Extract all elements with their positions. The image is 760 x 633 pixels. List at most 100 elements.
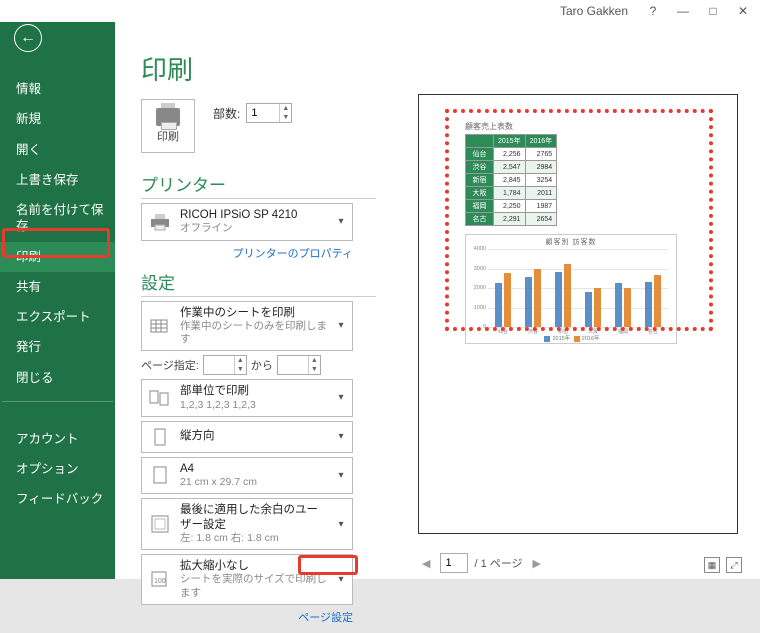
titlebar: Taro Gakken ? — □ ✕ <box>0 0 760 22</box>
margins-dropdown[interactable]: 最後に適用した余白のユーザー設定 左: 1.8 cm 右: 1.8 cm ▾ <box>141 498 353 550</box>
sidebar-item-print[interactable]: 印刷 <box>0 242 115 272</box>
copies-spinner[interactable]: ▲ ▼ <box>246 103 292 123</box>
page-setup-link[interactable]: ページ設定 <box>298 612 353 624</box>
chevron-down-icon: ▾ <box>334 470 348 481</box>
next-page-button[interactable]: ▶ <box>529 557 545 570</box>
sidebar-item-new[interactable]: 新規 <box>0 104 115 134</box>
sidebar-item-label: 開く <box>16 143 41 157</box>
copies-input[interactable] <box>247 104 279 122</box>
collate-icon <box>146 387 174 409</box>
sidebar-item-export[interactable]: エクスポート <box>0 302 115 332</box>
margins-main: 最後に適用した余白のユーザー設定 <box>180 503 328 532</box>
paper-dropdown[interactable]: A4 21 cm x 29.7 cm ▾ <box>141 457 353 495</box>
collate-main: 部単位で印刷 <box>180 384 328 398</box>
chevron-down-icon: ▾ <box>334 216 348 227</box>
zoom-to-page-button[interactable]: ⤢ <box>726 557 742 573</box>
table-row: 渋谷2,5472984 <box>466 161 557 174</box>
spinner-down-icon[interactable]: ▼ <box>235 365 246 374</box>
printer-device-icon <box>146 211 174 233</box>
help-button[interactable]: ? <box>646 4 660 18</box>
collate-text: 部単位で印刷 1,2,3 1,2,3 1,2,3 <box>180 384 328 412</box>
page-from-spinner[interactable]: ▲▼ <box>203 355 247 375</box>
legend-swatch-b <box>574 336 580 342</box>
paper-main: A4 <box>180 462 328 476</box>
spinner-arrows: ▲ ▼ <box>279 104 291 122</box>
table-row: 名古2,2912654 <box>466 213 557 226</box>
spinner-up-icon[interactable]: ▲ <box>280 104 291 113</box>
print-button-label: 印刷 <box>157 128 179 144</box>
page-from-input[interactable] <box>204 356 234 374</box>
page-to-input[interactable] <box>278 356 308 374</box>
table-row: 福岡2,2501987 <box>466 200 557 213</box>
sidebar-item-label: エクスポート <box>16 310 91 324</box>
chart-plot-area: 01000200030004000 <box>488 249 668 327</box>
sidebar-item-label: フィードバック <box>16 492 103 506</box>
table-row: 仙台2,2562765 <box>466 148 557 161</box>
scaling-main: 拡大縮小なし <box>180 559 328 573</box>
svg-text:100: 100 <box>154 578 166 585</box>
table-row: 大阪1,7842011 <box>466 187 557 200</box>
page-to-spinner[interactable]: ▲▼ <box>277 355 321 375</box>
sidebar-item-label: 情報 <box>16 82 41 96</box>
preview-nav: ◀ / 1 ページ ▶ <box>418 553 545 573</box>
page-number-input[interactable] <box>441 554 467 572</box>
backstage-sidebar: ← 情報 新規 開く 上書き保存 名前を付けて保存 印刷 共有 エクスポート 発… <box>0 0 115 579</box>
sidebar-item-label: 印刷 <box>16 250 41 264</box>
print-what-dropdown[interactable]: 作業中のシートを印刷 作業中のシートのみを印刷します ▾ <box>141 301 353 352</box>
paper-icon <box>146 464 174 486</box>
sheets-icon <box>146 315 174 337</box>
sidebar-item-info[interactable]: 情報 <box>0 74 115 104</box>
legend-label-b: 2016年 <box>582 336 600 342</box>
sidebar-item-open[interactable]: 開く <box>0 135 115 165</box>
sidebar-separator <box>2 401 113 402</box>
sidebar-item-label: アカウント <box>16 432 79 446</box>
paper-text: A4 21 cm x 29.7 cm <box>180 462 328 490</box>
main-area: 印刷 印刷 部数: ▲ ▼ プリンター <box>115 22 760 579</box>
sidebar-item-feedback[interactable]: フィードバック <box>0 484 115 514</box>
sidebar-item-publish[interactable]: 発行 <box>0 332 115 362</box>
chart-title: 顧客別 訪客数 <box>466 235 676 247</box>
portrait-icon <box>146 426 174 448</box>
orientation-dropdown[interactable]: 縦方向 ▾ <box>141 421 353 453</box>
minimize-button[interactable]: — <box>676 4 690 18</box>
paper-sub: 21 cm x 29.7 cm <box>180 476 328 489</box>
table-row: 新宿2,8453254 <box>466 174 557 187</box>
chevron-down-icon: ▾ <box>334 392 348 403</box>
collate-dropdown[interactable]: 部単位で印刷 1,2,3 1,2,3 1,2,3 ▾ <box>141 379 353 417</box>
sidebar-item-share[interactable]: 共有 <box>0 272 115 302</box>
preview-table-title: 顧客売上表数 <box>465 121 709 132</box>
sidebar-item-options[interactable]: オプション <box>0 454 115 484</box>
page-total-label: / 1 ページ <box>474 555 522 571</box>
page-number-spinner[interactable] <box>440 553 468 573</box>
spinner-down-icon[interactable]: ▼ <box>309 365 320 374</box>
prev-page-button[interactable]: ◀ <box>418 557 434 570</box>
table-header: 2016年 <box>525 135 557 148</box>
copies-row: 部数: ▲ ▼ <box>213 103 292 123</box>
back-button[interactable]: ← <box>14 24 42 52</box>
printer-properties-link[interactable]: プリンターのプロパティ <box>233 248 353 260</box>
page-range-label: ページ指定: <box>141 357 199 373</box>
sidebar-item-account[interactable]: アカウント <box>0 424 115 454</box>
printer-dropdown[interactable]: RICOH IPSiO SP 4210 オフライン ▾ <box>141 203 353 241</box>
show-margins-button[interactable]: ▦ <box>704 557 720 573</box>
sidebar-menu-bottom: アカウント オプション フィードバック <box>0 424 115 515</box>
scaling-dropdown[interactable]: 100 拡大縮小なし シートを実際のサイズで印刷します ▾ <box>141 554 353 605</box>
chart-legend: 2015年 2016年 <box>466 334 676 342</box>
legend-swatch-a <box>544 336 550 342</box>
print-settings-column: 印刷 印刷 部数: ▲ ▼ プリンター <box>141 50 376 633</box>
close-button[interactable]: ✕ <box>736 4 750 18</box>
copies-label: 部数: <box>213 105 240 122</box>
print-button[interactable]: 印刷 <box>141 99 195 153</box>
orientation-main: 縦方向 <box>180 429 328 443</box>
sidebar-item-close[interactable]: 閉じる <box>0 363 115 393</box>
printer-status: オフライン <box>180 222 328 235</box>
chevron-down-icon: ▾ <box>334 431 348 442</box>
spinner-up-icon[interactable]: ▲ <box>235 356 246 365</box>
spinner-down-icon[interactable]: ▼ <box>280 113 291 122</box>
maximize-button[interactable]: □ <box>706 4 720 18</box>
sidebar-item-label: 共有 <box>16 280 41 294</box>
sidebar-item-save[interactable]: 上書き保存 <box>0 165 115 195</box>
spinner-up-icon[interactable]: ▲ <box>309 356 320 365</box>
margins-icon <box>146 513 174 535</box>
sidebar-item-saveas[interactable]: 名前を付けて保存 <box>0 195 115 242</box>
